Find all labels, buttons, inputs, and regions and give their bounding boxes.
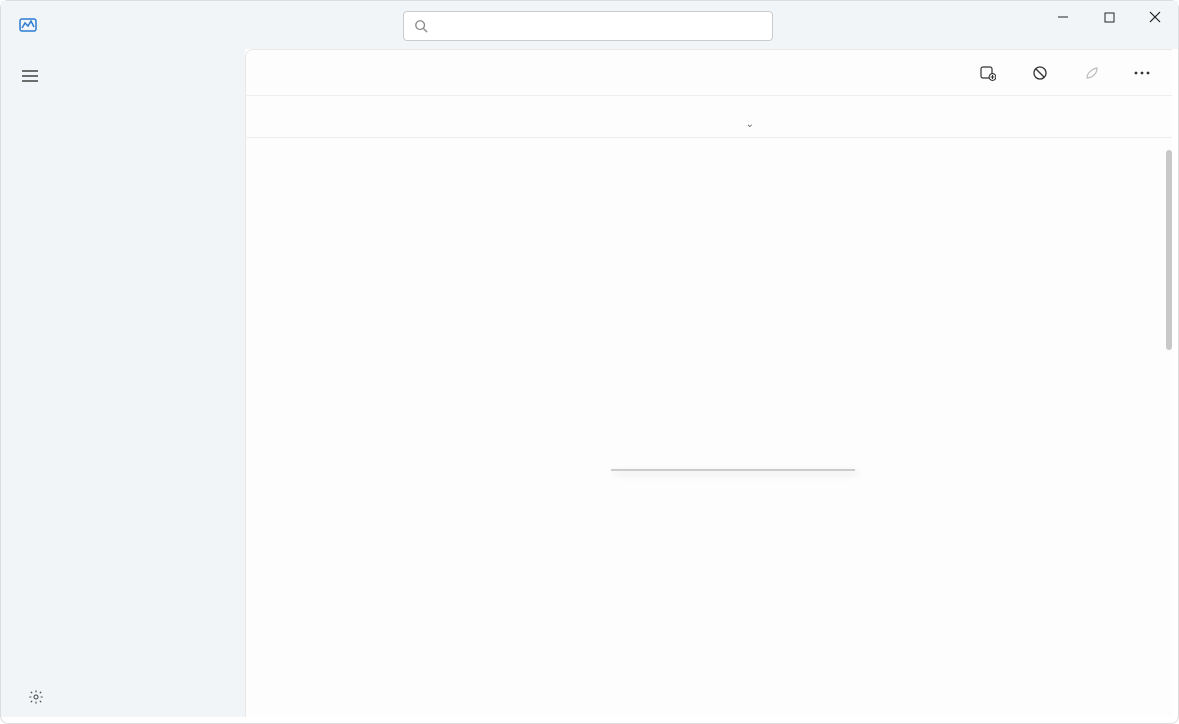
end-task-button[interactable] [1024,61,1064,85]
scrollbar[interactable] [1166,150,1172,350]
search-input[interactable] [403,11,773,41]
chevron-down-icon: ⌄ [746,118,754,131]
col-disk[interactable] [734,133,804,137]
sidebar [1,49,245,717]
search-icon [414,19,428,33]
end-task-icon [1032,65,1048,81]
main-panel: ⌄ [245,49,1172,717]
efficiency-mode-button[interactable] [1076,61,1116,85]
hamburger-button[interactable] [11,59,49,93]
col-status[interactable] [474,131,594,137]
col-cpu[interactable] [594,133,664,137]
page-header [246,50,1172,96]
process-list[interactable] [246,138,1172,717]
titlebar [1,1,1178,49]
maximize-button[interactable] [1086,1,1132,33]
window-buttons [1040,1,1178,33]
app-icon [19,16,37,34]
context-menu [611,469,855,471]
col-memory[interactable]: ⌄ [664,120,734,137]
col-network[interactable] [804,133,874,137]
run-task-icon [980,65,996,81]
run-new-task-button[interactable] [972,61,1012,85]
sidebar-item-settings[interactable] [7,677,239,717]
minimize-button[interactable] [1040,1,1086,33]
more-button[interactable] [1128,59,1156,87]
leaf-icon [1084,65,1100,81]
col-name[interactable] [246,131,474,137]
table-header: ⌄ [246,96,1172,138]
gear-icon [27,688,45,706]
close-button[interactable] [1132,1,1178,33]
